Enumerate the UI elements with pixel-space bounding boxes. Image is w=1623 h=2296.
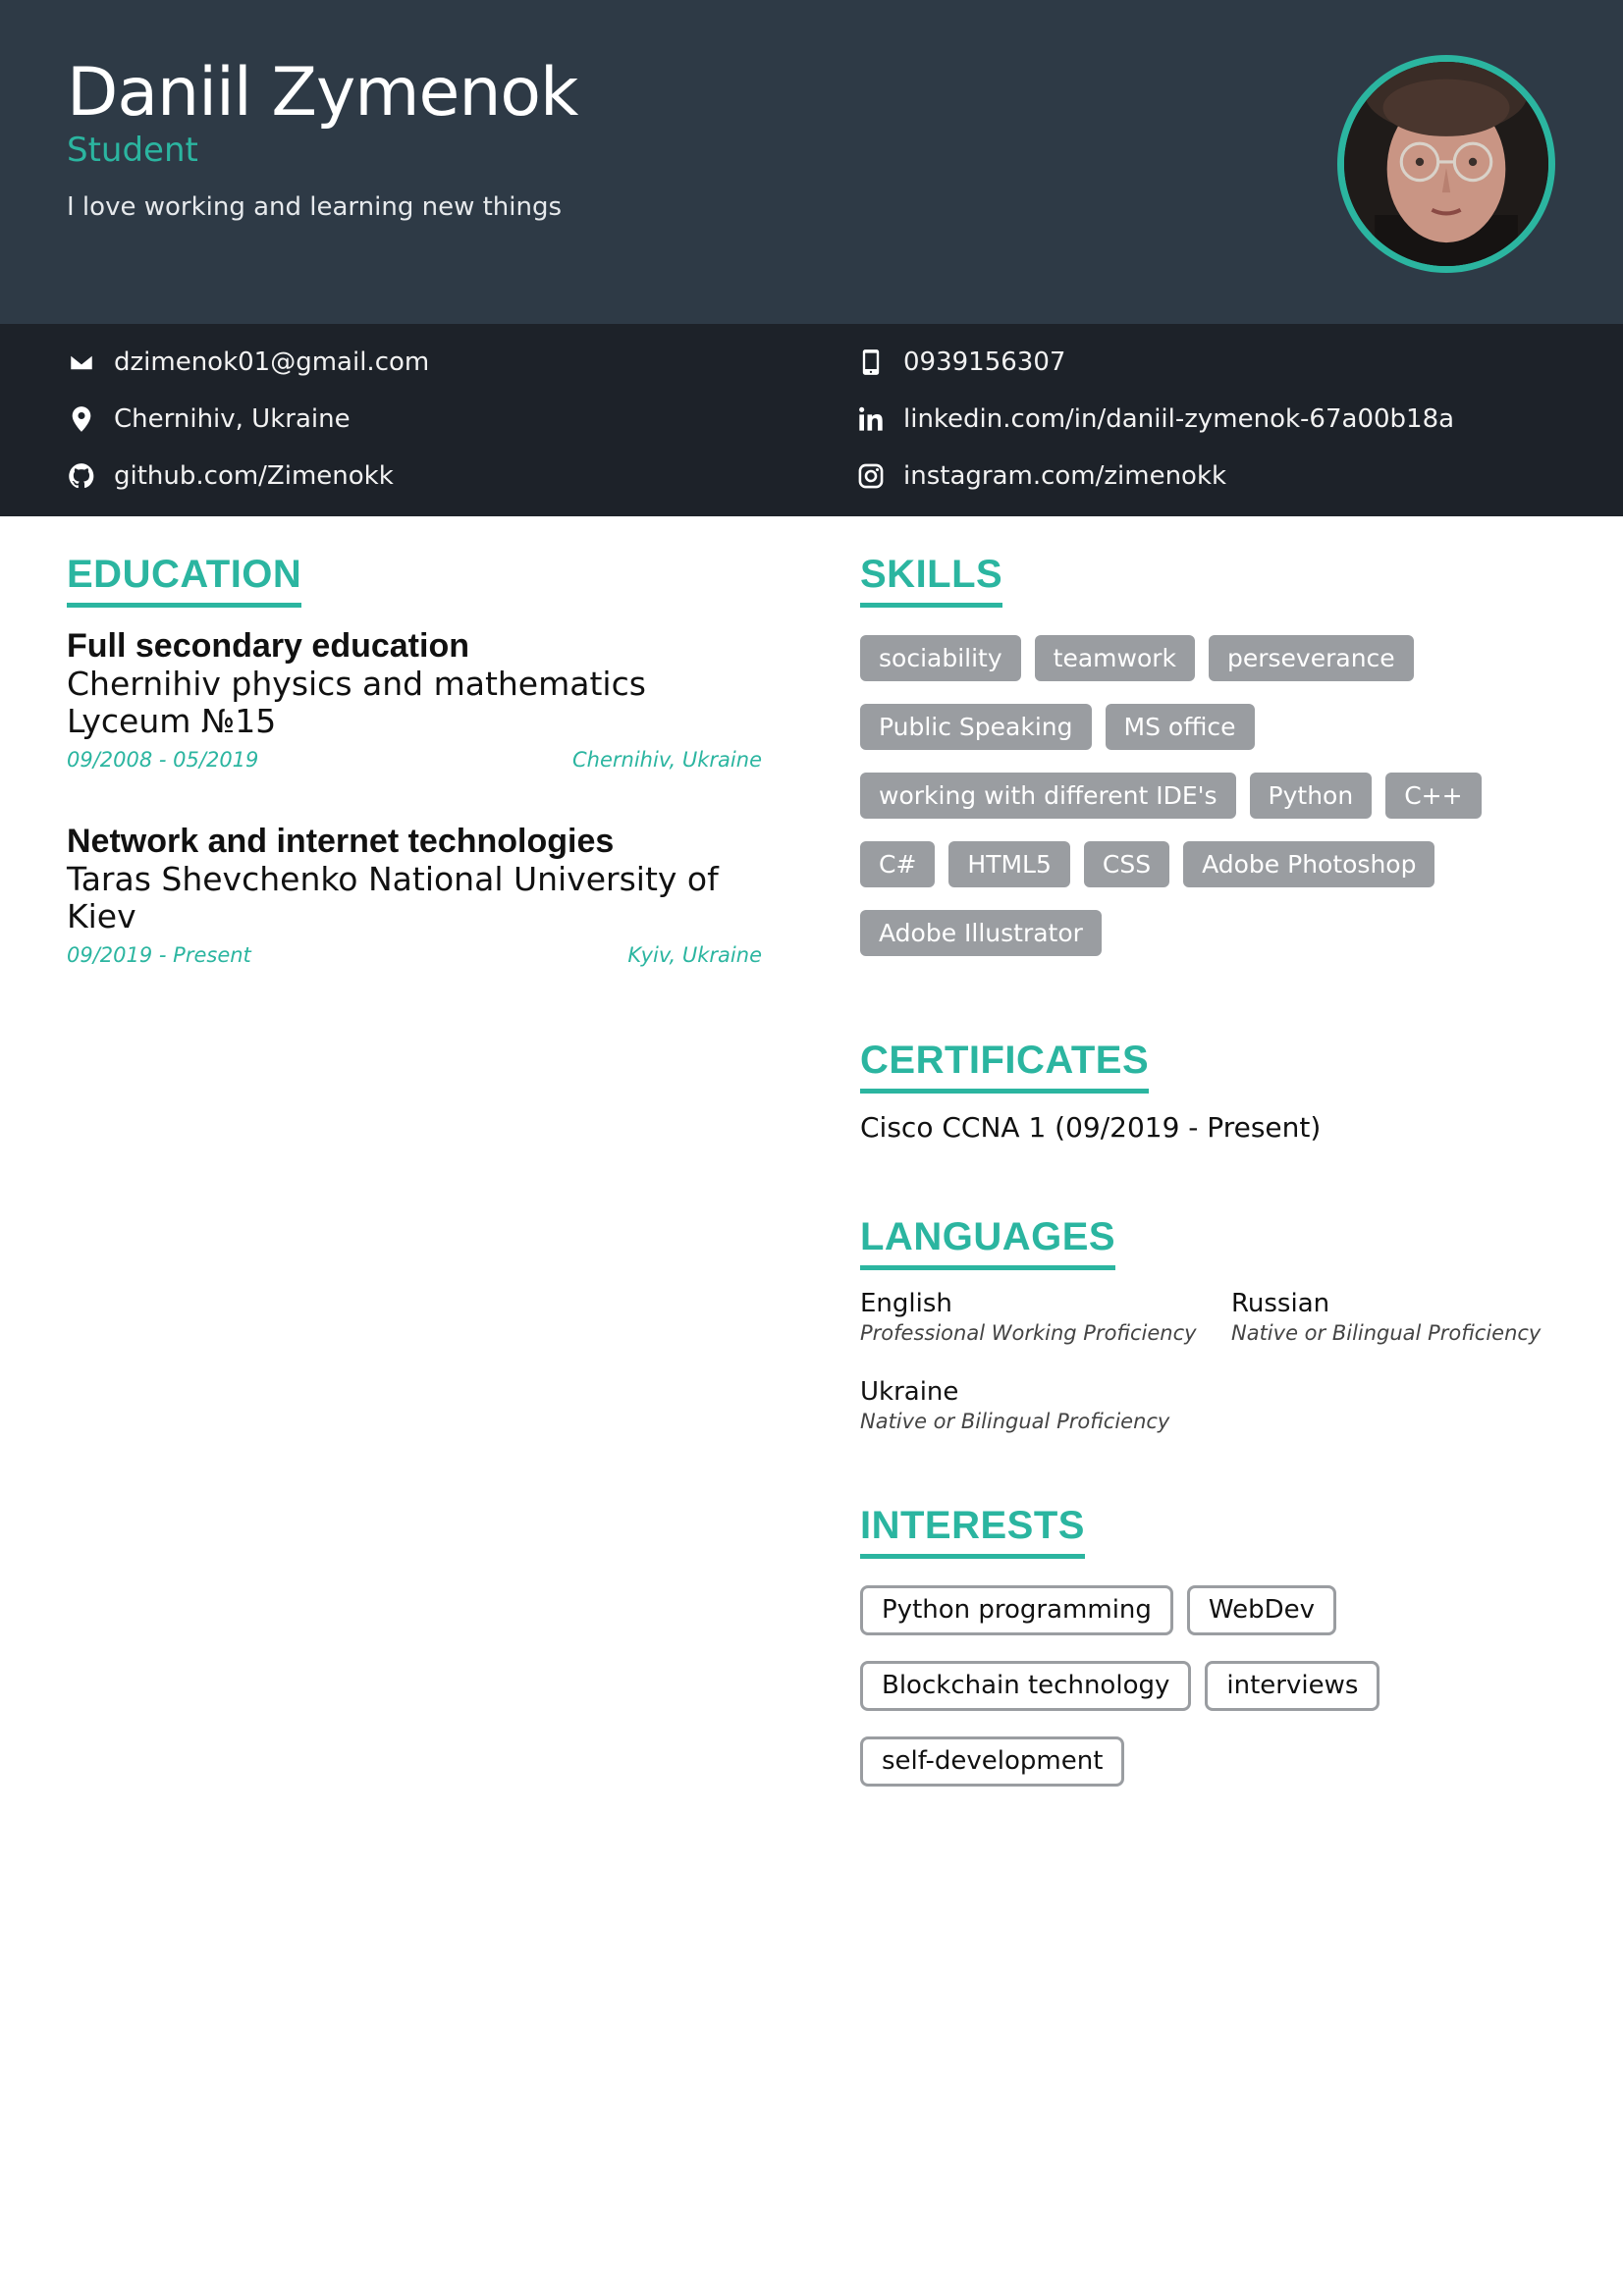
- email-contact[interactable]: dzimenok01@gmail.com: [67, 347, 429, 377]
- job-title: Student: [67, 131, 198, 170]
- resume-header: Daniil Zymenok Student I love working an…: [0, 0, 1623, 324]
- skills-list: sociability teamwork perseverance Public…: [860, 635, 1547, 956]
- language-name: Russian: [1231, 1289, 1330, 1318]
- linkedin-contact[interactable]: linkedin.com/in/daniil-zymenok-67a00b18a: [856, 404, 1454, 434]
- education-dates: 09/2019 - Present: [67, 943, 251, 967]
- profile-photo-illustration: [1344, 62, 1548, 266]
- envelope-icon: [67, 347, 96, 377]
- education-item: Full secondary education Chernihiv physi…: [67, 626, 762, 772]
- skill-tag: CSS: [1083, 841, 1170, 887]
- skill-tag: working with different IDE's: [860, 773, 1236, 819]
- language-name: English: [860, 1289, 952, 1318]
- phone-text: 0939156307: [903, 347, 1066, 377]
- interests-heading: INTERESTS: [860, 1504, 1085, 1559]
- location-contact: Chernihiv, Ukraine: [67, 404, 351, 434]
- skill-tag: Public Speaking: [860, 704, 1092, 750]
- language-item: Russian Native or Bilingual Proficiency: [1231, 1288, 1541, 1347]
- contact-bar: dzimenok01@gmail.com Chernihiv, Ukraine …: [0, 324, 1623, 516]
- certificates-heading: CERTIFICATES: [860, 1039, 1150, 1094]
- location-text: Chernihiv, Ukraine: [114, 404, 351, 434]
- degree-title: Network and internet technologies: [67, 823, 615, 860]
- full-name: Daniil Zymenok: [67, 54, 578, 132]
- language-level: Professional Working Proficiency: [860, 1321, 1197, 1345]
- education-item: Network and internet technologies Taras …: [67, 822, 762, 967]
- email-text: dzimenok01@gmail.com: [114, 347, 430, 377]
- skill-tag: C++: [1385, 773, 1482, 819]
- language-name: Ukraine: [860, 1377, 959, 1407]
- interest-tag: interviews: [1205, 1661, 1380, 1711]
- phone-contact[interactable]: 0939156307: [856, 347, 1065, 377]
- education-meta: 09/2019 - Present Kyiv, Ukraine: [67, 943, 762, 967]
- education-heading: EDUCATION: [67, 553, 302, 608]
- interest-tag: WebDev: [1186, 1585, 1336, 1635]
- instagram-icon: [856, 461, 886, 491]
- education-location: Kyiv, Ukraine: [627, 943, 762, 967]
- skill-tag: HTML5: [948, 841, 1070, 887]
- location-pin-icon: [67, 404, 96, 434]
- degree-title: Full secondary education: [67, 627, 469, 665]
- skill-tag: perseverance: [1209, 635, 1414, 681]
- skill-tag: teamwork: [1034, 635, 1195, 681]
- language-item: English Professional Working Proficiency: [860, 1288, 1197, 1347]
- education-meta: 09/2008 - 05/2019 Chernihiv, Ukraine: [67, 748, 762, 772]
- interest-tag: Python programming: [860, 1585, 1173, 1635]
- language-item: Ukraine Native or Bilingual Proficiency: [860, 1376, 1169, 1435]
- school-name: Chernihiv physics and mathematics Lyceum…: [67, 665, 646, 740]
- skill-tag: Adobe Photoshop: [1183, 841, 1435, 887]
- languages-heading: LANGUAGES: [860, 1215, 1116, 1270]
- language-level: Native or Bilingual Proficiency: [860, 1410, 1170, 1433]
- certificate-item: Cisco CCNA 1 (09/2019 - Present): [860, 1111, 1322, 1144]
- skill-tag: Adobe Illustrator: [860, 910, 1102, 956]
- phone-icon: [856, 347, 886, 377]
- skill-tag: Python: [1249, 773, 1373, 819]
- github-text: github.com/Zimenokk: [114, 461, 394, 491]
- skill-tag: sociability: [860, 635, 1021, 681]
- github-icon: [67, 461, 96, 491]
- linkedin-text: linkedin.com/in/daniil-zymenok-67a00b18a: [903, 404, 1455, 434]
- interests-list: Python programming WebDev Blockchain tec…: [860, 1585, 1567, 1787]
- skill-tag: C#: [860, 841, 936, 887]
- tagline: I love working and learning new things: [67, 192, 563, 222]
- linkedin-icon: [856, 404, 886, 434]
- education-dates: 09/2008 - 05/2019: [67, 748, 259, 772]
- github-contact[interactable]: github.com/Zimenokk: [67, 461, 394, 491]
- skills-heading: SKILLS: [860, 553, 1003, 608]
- interest-tag: self-development: [860, 1736, 1125, 1787]
- instagram-text: instagram.com/zimenokk: [903, 461, 1227, 491]
- instagram-contact[interactable]: instagram.com/zimenokk: [856, 461, 1226, 491]
- school-name: Taras Shevchenko National University of …: [67, 860, 719, 935]
- skill-tag: MS office: [1105, 704, 1255, 750]
- interest-tag: Blockchain technology: [860, 1661, 1192, 1711]
- profile-photo: [1337, 55, 1555, 273]
- language-level: Native or Bilingual Proficiency: [1231, 1321, 1542, 1345]
- education-location: Chernihiv, Ukraine: [572, 748, 762, 772]
